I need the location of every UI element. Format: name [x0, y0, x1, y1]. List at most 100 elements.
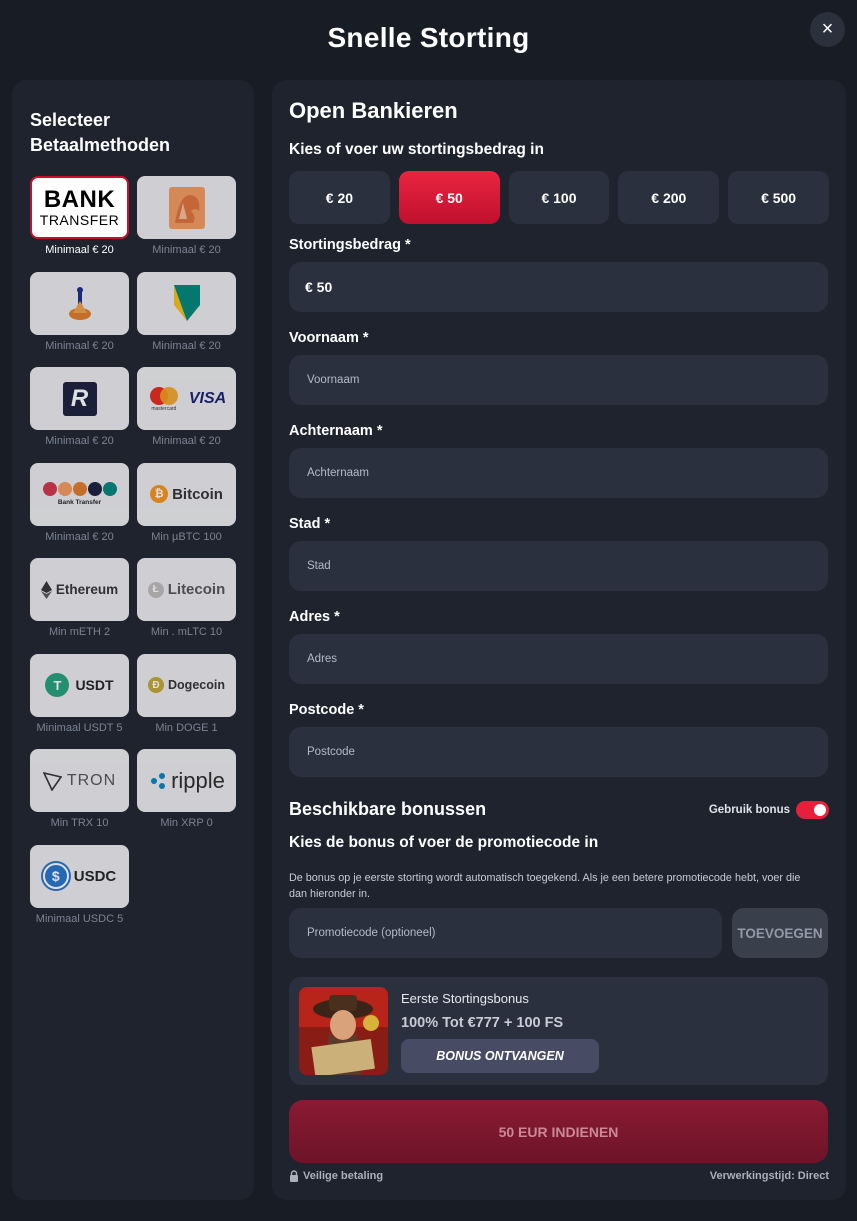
method-rabobank[interactable]: Minimaal € 20 — [30, 271, 129, 368]
usdc-icon: $ — [42, 863, 69, 889]
ripple-icon — [151, 772, 166, 789]
mastercard-icon — [149, 386, 178, 405]
ripple-text: ripple — [171, 767, 225, 793]
bonus-card: Eerste Stortingsbonus 100% Tot €777 + 10… — [289, 977, 828, 1085]
amount-button-20[interactable]: € 20 — [289, 171, 390, 224]
bank-circle-icon — [87, 482, 102, 496]
first-name-input[interactable]: Voornaam — [289, 355, 828, 405]
form-title: Open Bankieren — [289, 98, 458, 123]
lock-icon — [290, 1170, 298, 1182]
ing-lion-icon — [137, 176, 236, 239]
close-button[interactable]: × — [810, 12, 845, 47]
bank-circle-icon — [72, 482, 87, 496]
abn-amro-shield-icon — [137, 271, 236, 335]
method-ripple[interactable]: ripple Min XRP 0 — [137, 749, 236, 845]
method-caption: Minimaal € 20 — [45, 530, 114, 543]
method-litecoin[interactable]: Ł Litecoin Min . mLTC 10 — [137, 558, 236, 654]
bank-circle-icon — [57, 482, 72, 496]
method-usdc[interactable]: $ USDC Minimaal USDC 5 — [30, 844, 129, 941]
method-caption: Min DOGE 1 — [155, 721, 218, 734]
address-label: Adres * — [289, 609, 340, 625]
bank-transfer-text: Bank Transfer — [57, 499, 102, 506]
usdc-text: USDC — [73, 867, 117, 885]
method-usdt[interactable]: T USDT Minimaal USDT 5 — [30, 653, 129, 750]
postcode-input[interactable]: Postcode — [289, 727, 828, 777]
address-input[interactable]: Adres — [289, 634, 828, 684]
bonus-toggle[interactable] — [796, 800, 829, 819]
tron-icon — [42, 771, 63, 791]
litecoin-icon: Ł — [147, 581, 164, 598]
method-revolut[interactable]: R Minimaal € 20 — [30, 367, 129, 463]
method-caption: Minimaal € 20 — [152, 435, 221, 447]
method-ing[interactable]: Minimaal € 20 — [137, 176, 236, 272]
bonus-title: Beschikbare bonussen — [289, 799, 487, 819]
method-caption: Minimaal € 20 — [45, 339, 114, 352]
method-caption: Min . mLTC 10 — [150, 626, 223, 638]
ethereum-logo: Ethereum — [30, 558, 129, 621]
payment-methods-panel: Selecteer Betaalmethoden BANK TRANSFER M… — [12, 80, 254, 1200]
bonus-claim-button[interactable]: BONUS ONTVANGEN — [401, 1039, 599, 1073]
deposit-amount-label: Stortingsbedrag * — [289, 237, 411, 253]
last-name-label: Achternaam * — [289, 423, 383, 439]
method-caption: Min mETH 2 — [48, 626, 111, 638]
postcode-label: Postcode * — [289, 702, 364, 718]
dogecoin-text: Dogecoin — [168, 678, 225, 692]
dogecoin-icon: Ð — [148, 677, 165, 693]
ripple-logo: ripple — [137, 749, 236, 812]
mastercard-text: mastercard — [151, 405, 177, 412]
amount-options: € 20 € 50 € 100 € 200 € 500 — [289, 171, 829, 224]
city-input[interactable]: Stad — [289, 541, 828, 591]
toggle-knob — [814, 803, 826, 816]
bank-logo-line2: TRANSFER — [39, 212, 120, 228]
method-caption: Minimaal € 20 — [45, 244, 114, 256]
bitcoin-text: Bitcoin — [172, 485, 223, 503]
litecoin-text: Litecoin — [167, 581, 226, 598]
amount-button-100[interactable]: € 100 — [508, 171, 610, 224]
method-caption: Min µBTC 100 — [151, 530, 222, 543]
promo-add-button[interactable]: TOEVOEGEN — [732, 908, 828, 958]
amount-button-500[interactable]: € 500 — [728, 171, 829, 224]
usdc-logo: $ USDC — [30, 844, 129, 908]
revolut-icon: R — [30, 367, 129, 430]
visa-text: VISA — [188, 389, 227, 407]
bitcoin-icon: ₿ — [150, 485, 169, 503]
method-ethereum[interactable]: Ethereum Min mETH 2 — [30, 558, 129, 654]
bonus-offer: 100% Tot €777 + 100 FS — [401, 1015, 564, 1031]
method-caption: Minimaal € 20 — [152, 244, 221, 256]
bank-circle-icon — [102, 482, 117, 496]
bank-transfer-multi-logo: Bank Transfer — [30, 462, 129, 526]
tron-text: TRON — [66, 771, 117, 789]
dogecoin-logo: Ð Dogecoin — [137, 653, 236, 717]
method-bank-transfer[interactable]: BANK TRANSFER Minimaal € 20 — [30, 176, 129, 272]
bitcoin-logo: ₿ Bitcoin — [137, 462, 236, 526]
deposit-form-panel: Open Bankieren Kies of voer uw stortings… — [272, 80, 846, 1200]
bank-circle-icon — [42, 482, 57, 496]
processing-time-text: Verwerkingstijd: Direct — [709, 1170, 829, 1182]
tether-icon: T — [45, 673, 70, 697]
method-mastercard-visa[interactable]: mastercard VISA Minimaal € 20 — [137, 367, 236, 463]
amount-prompt: Kies of voer uw stortingsbedrag in — [289, 141, 544, 158]
method-bank-transfer-multi[interactable]: Bank Transfer Minimaal € 20 — [30, 462, 129, 559]
tron-logo: TRON — [30, 749, 129, 812]
method-caption: Minimaal USDT 5 — [36, 721, 123, 734]
bonus-subtitle: Kies de bonus of voer de promotiecode in — [289, 834, 599, 851]
bonus-toggle-label: Gebruik bonus — [708, 803, 790, 816]
method-caption: Min TRX 10 — [50, 817, 109, 829]
bonus-description: De bonus op je eerste storting wordt aut… — [289, 872, 801, 900]
bonus-name: Eerste Stortingsbonus — [401, 991, 529, 1006]
method-tron[interactable]: TRON Min TRX 10 — [30, 749, 129, 845]
close-icon: × — [821, 18, 834, 40]
promo-code-input[interactable]: Promotiecode (optioneel) — [289, 908, 722, 958]
method-bitcoin[interactable]: ₿ Bitcoin Min µBTC 100 — [137, 462, 236, 559]
last-name-input[interactable]: Achternaam — [289, 448, 828, 498]
amount-button-50[interactable]: € 50 — [398, 171, 500, 224]
amount-button-200[interactable]: € 200 — [618, 171, 720, 224]
modal-title: Snelle Storting — [327, 22, 530, 53]
ethereum-text: Ethereum — [55, 582, 119, 597]
bank-transfer-logo: BANK TRANSFER — [30, 176, 129, 239]
method-abn-amro[interactable]: Minimaal € 20 — [137, 271, 236, 368]
deposit-amount-input[interactable]: € 50 — [289, 262, 828, 312]
method-dogecoin[interactable]: Ð Dogecoin Min DOGE 1 — [137, 653, 236, 750]
payment-methods-title: Selecteer Betaalmethoden — [30, 110, 171, 155]
submit-deposit-button[interactable]: 50 EUR INDIENEN — [289, 1100, 828, 1163]
